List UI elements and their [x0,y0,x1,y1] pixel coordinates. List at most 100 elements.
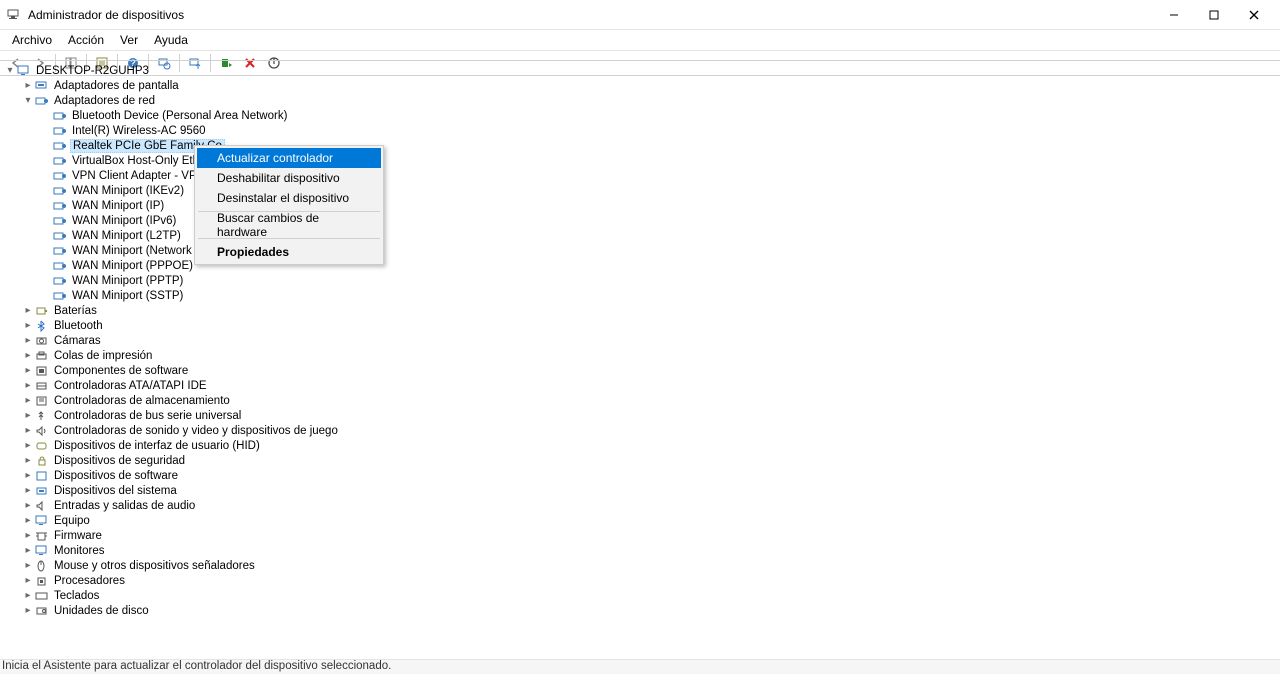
tree-item[interactable]: ▸WAN Miniport (L2TP) [0,228,1280,243]
tree-category-firmware[interactable]: ▸Firmware [0,528,1280,543]
statusbar-text: Inicia el Asistente para actualizar el c… [2,660,391,672]
tree-category-cameras[interactable]: ▸Cámaras [0,333,1280,348]
menu-ver[interactable]: Ver [112,31,146,49]
network-adapter-icon [52,139,68,153]
expand-icon[interactable]: ▸ [22,590,34,601]
device-tree[interactable]: ▾ DESKTOP-R2GUHP3 ▸ Adaptadores de panta… [0,61,1280,620]
expand-icon[interactable]: ▸ [22,395,34,406]
tree-item-selected[interactable]: ▸Realtek PCIe GbE Family Co [0,138,1280,153]
expand-icon[interactable]: ▸ [22,350,34,361]
expand-icon[interactable]: ▸ [22,410,34,421]
ctx-label: Buscar cambios de hardware [217,211,361,239]
tree-item[interactable]: ▸WAN Miniport (SSTP) [0,288,1280,303]
expand-icon[interactable]: ▸ [22,440,34,451]
tree-category-audio-io[interactable]: ▸Entradas y salidas de audio [0,498,1280,513]
ctx-scan-hardware[interactable]: Buscar cambios de hardware [197,215,381,235]
tree-item[interactable]: ▸WAN Miniport (PPPOE) [0,258,1280,273]
expand-icon[interactable]: ▸ [22,485,34,496]
device-tree-panel: ▾ DESKTOP-R2GUHP3 ▸ Adaptadores de panta… [0,60,1280,659]
mouse-icon [34,559,50,573]
close-button[interactable] [1234,0,1274,30]
ctx-update-driver[interactable]: Actualizar controlador [197,148,381,168]
expand-icon[interactable]: ▸ [22,335,34,346]
tree-item[interactable]: ▸WAN Miniport (Network Monitor) [0,243,1280,258]
tree-label: Baterías [52,305,99,317]
tree-category-hid[interactable]: ▸Dispositivos de interfaz de usuario (HI… [0,438,1280,453]
network-adapter-icon [52,169,68,183]
tree-category-ata[interactable]: ▸Controladoras ATA/ATAPI IDE [0,378,1280,393]
expand-icon[interactable]: ▸ [22,500,34,511]
expand-icon[interactable]: ▸ [22,470,34,481]
expand-icon[interactable]: ▸ [22,560,34,571]
tree-item[interactable]: ▸Intel(R) Wireless-AC 9560 [0,123,1280,138]
tree-category-processors[interactable]: ▸ Procesadores [0,573,1280,588]
tree-label: Teclados [52,590,101,602]
tree-item[interactable]: ▸WAN Miniport (PPTP) [0,273,1280,288]
expand-icon[interactable]: ▸ [22,305,34,316]
tree-category-display[interactable]: ▸ Adaptadores de pantalla [0,78,1280,93]
tree-item[interactable]: ▸VPN Client Adapter - VPN2 [0,168,1280,183]
tree-category-usb[interactable]: ▸ Controladoras de bus serie universal [0,408,1280,423]
tree-category-disks[interactable]: ▸Unidades de disco [0,603,1280,618]
tree-label: Procesadores [52,575,127,587]
tree-category-storage[interactable]: ▸Controladoras de almacenamiento [0,393,1280,408]
menu-ayuda[interactable]: Ayuda [146,31,196,49]
tree-category-software-components[interactable]: ▸Componentes de software [0,363,1280,378]
menu-accion[interactable]: Acción [60,31,112,49]
tree-label: Equipo [52,515,92,527]
tree-label: WAN Miniport (IP) [70,200,166,212]
tree-root[interactable]: ▾ DESKTOP-R2GUHP3 [0,63,1280,78]
ctx-label: Desinstalar el dispositivo [217,191,349,205]
ide-icon [34,379,50,393]
expand-icon[interactable]: ▸ [22,80,34,91]
expand-icon[interactable]: ▸ [22,575,34,586]
tree-label: Bluetooth [52,320,105,332]
storage-icon [34,394,50,408]
tree-item[interactable]: ▸Bluetooth Device (Personal Area Network… [0,108,1280,123]
expand-icon[interactable]: ▸ [22,530,34,541]
network-adapter-icon [52,214,68,228]
collapse-icon[interactable]: ▾ [4,65,16,76]
tree-category-sound[interactable]: ▸ Controladoras de sonido y video y dispo… [0,423,1280,438]
network-adapter-icon [52,199,68,213]
collapse-icon[interactable]: ▾ [22,95,34,106]
ctx-properties[interactable]: Propiedades [197,242,381,262]
ctx-uninstall-device[interactable]: Desinstalar el dispositivo [197,188,381,208]
ctx-disable-device[interactable]: Deshabilitar dispositivo [197,168,381,188]
expand-icon[interactable]: ▸ [22,515,34,526]
tree-item[interactable]: ▸WAN Miniport (IP) [0,198,1280,213]
tree-category-bluetooth[interactable]: ▸ Bluetooth [0,318,1280,333]
minimize-button[interactable] [1154,0,1194,30]
tree-category-keyboards[interactable]: ▸ Teclados [0,588,1280,603]
tree-category-software-devices[interactable]: ▸Dispositivos de software [0,468,1280,483]
expand-icon[interactable]: ▸ [22,380,34,391]
tree-label: Controladoras de bus serie universal [52,410,243,422]
tree-item[interactable]: ▸VirtualBox Host-Only Ethern [0,153,1280,168]
tree-category-monitors[interactable]: ▸Monitores [0,543,1280,558]
network-adapter-icon [52,259,68,273]
tree-category-mouse[interactable]: ▸Mouse y otros dispositivos señaladores [0,558,1280,573]
ctx-label: Deshabilitar dispositivo [217,171,340,185]
tree-item[interactable]: ▸WAN Miniport (IPv6) [0,213,1280,228]
maximize-button[interactable] [1194,0,1234,30]
network-adapter-icon [52,184,68,198]
sound-icon [34,424,50,438]
expand-icon[interactable]: ▸ [22,365,34,376]
tree-category-computer[interactable]: ▸ Equipo [0,513,1280,528]
expand-icon[interactable]: ▸ [22,320,34,331]
expand-icon[interactable]: ▸ [22,545,34,556]
tree-category-system-devices[interactable]: ▸Dispositivos del sistema [0,483,1280,498]
tree-item[interactable]: ▸WAN Miniport (IKEv2) [0,183,1280,198]
tree-category-printqueues[interactable]: ▸Colas de impresión [0,348,1280,363]
tree-category-security[interactable]: ▸Dispositivos de seguridad [0,453,1280,468]
computer-icon [34,514,50,528]
tree-label: Controladoras de sonido y video y dispos… [52,425,340,437]
software-device-icon [34,469,50,483]
expand-icon[interactable]: ▸ [22,605,34,616]
menu-archivo[interactable]: Archivo [4,31,60,49]
tree-category-network[interactable]: ▾ Adaptadores de red [0,93,1280,108]
expand-icon[interactable]: ▸ [22,455,34,466]
expand-icon[interactable]: ▸ [22,425,34,436]
tree-label: Adaptadores de red [52,95,157,107]
tree-category-batteries[interactable]: ▸ Baterías [0,303,1280,318]
